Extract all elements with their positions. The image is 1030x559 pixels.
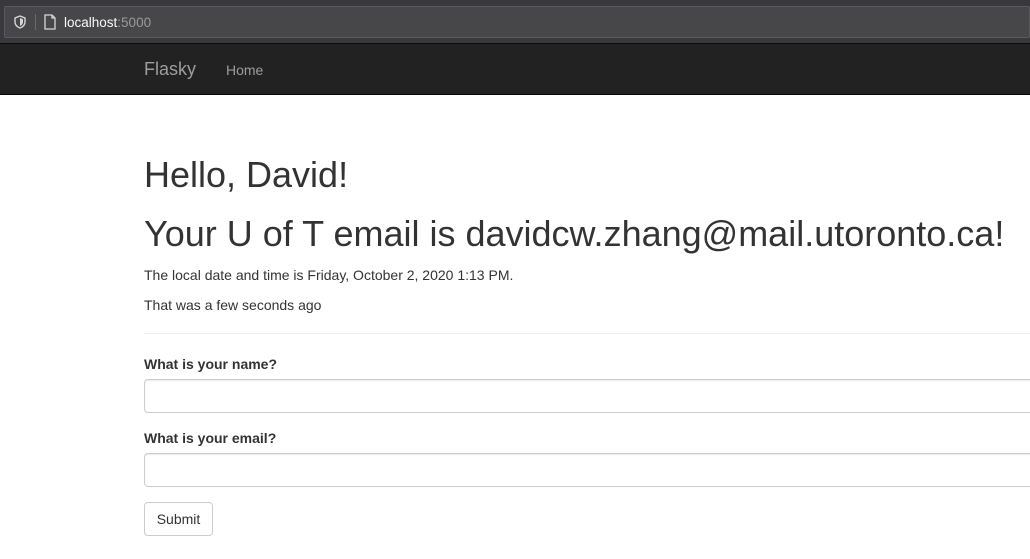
browser-toolbar: localhost:5000 [0, 0, 1030, 44]
address-bar-separator [35, 14, 36, 30]
name-input[interactable] [144, 379, 1030, 413]
nav-item-home[interactable]: Home [226, 61, 263, 79]
greeting-heading: Hello, David! [144, 154, 349, 195]
divider [144, 333, 1030, 334]
page-icon [43, 14, 57, 30]
submit-button[interactable]: Submit [144, 502, 213, 536]
url-host: localhost [64, 15, 118, 30]
relative-time-text: That was a few seconds ago [144, 297, 322, 313]
url-port: :5000 [117, 15, 152, 30]
address-bar[interactable]: localhost:5000 [4, 6, 1030, 38]
navbar-brand[interactable]: Flasky [144, 59, 196, 79]
email-input[interactable] [144, 453, 1030, 487]
navbar: Flasky Home [0, 44, 1030, 95]
name-label: What is your name? [144, 356, 278, 372]
shield-icon[interactable] [13, 15, 27, 29]
email-heading: Your U of T email is davidcw.zhang@mail.… [144, 213, 1005, 254]
url-text[interactable]: localhost:5000 [64, 14, 151, 32]
email-label: What is your email? [144, 430, 277, 446]
local-time-text: The local date and time is Friday, Octob… [144, 267, 514, 283]
